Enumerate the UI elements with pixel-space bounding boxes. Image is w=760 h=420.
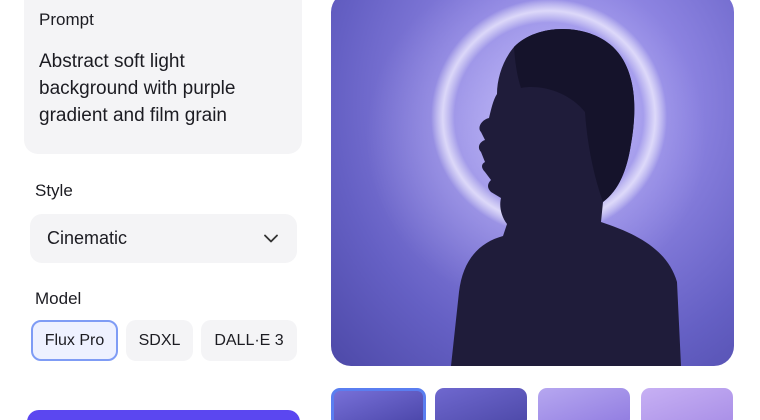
thumbnail-2[interactable] (435, 388, 527, 420)
model-option-dalle-3[interactable]: DALL·E 3 (201, 320, 297, 361)
model-option-sdxl[interactable]: SDXL (126, 320, 193, 361)
style-select[interactable]: Cinematic (30, 214, 297, 263)
thumbnail-4[interactable] (641, 388, 733, 420)
chevron-down-icon (263, 231, 279, 247)
model-option-flux-pro[interactable]: Flux Pro (31, 320, 118, 361)
style-heading: Style (35, 181, 73, 200)
thumbnail-1[interactable] (331, 388, 426, 420)
generate-button[interactable] (27, 410, 300, 420)
style-selected-value: Cinematic (47, 228, 128, 248)
thumbnail-3[interactable] (538, 388, 630, 420)
prompt-input[interactable]: Abstract soft light background with purp… (39, 48, 289, 129)
prompt-heading: Prompt (39, 10, 94, 29)
generated-image-preview (331, 0, 734, 366)
model-heading: Model (35, 289, 82, 308)
